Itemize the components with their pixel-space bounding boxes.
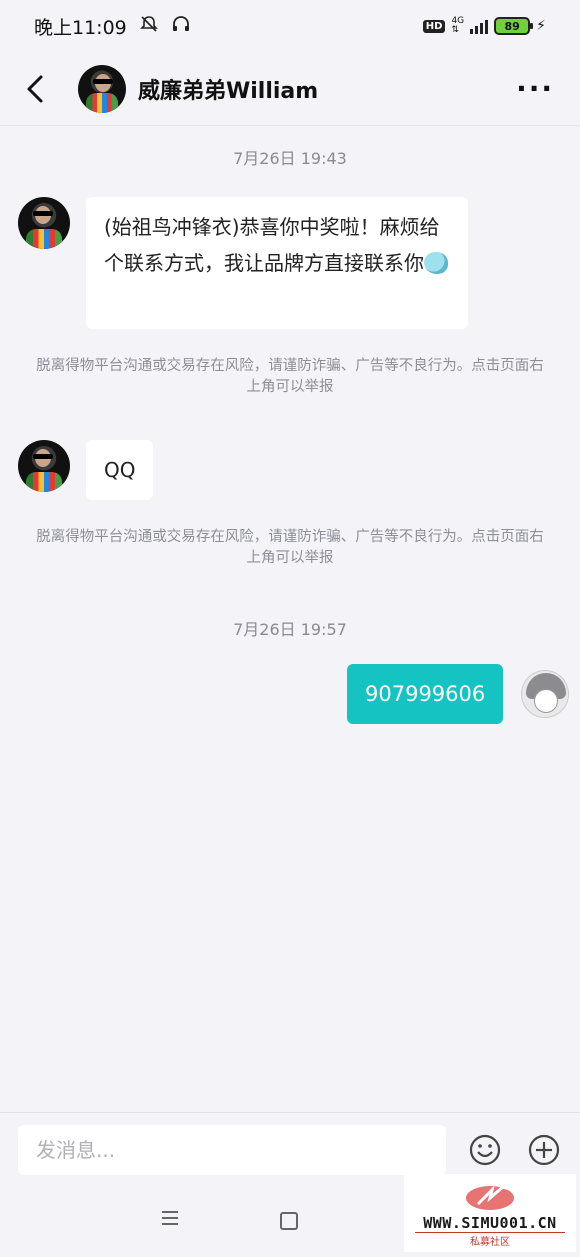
network-type: 4G ⇅: [451, 16, 465, 35]
message-input[interactable]: [18, 1125, 446, 1175]
sticker-emoji-icon: [424, 252, 448, 274]
chevron-left-icon: [27, 75, 43, 102]
watermark-site: WWW.SIMU001.CN: [423, 1214, 557, 1232]
message-bubble[interactable]: (始祖鸟冲锋衣)恭喜你中奖啦！麻烦给个联系方式，我让品牌方直接联系你: [86, 197, 468, 329]
smiley-icon: [469, 1134, 501, 1166]
message-timestamp: 7月26日 19:43: [233, 149, 347, 168]
battery-level: 89: [504, 19, 520, 33]
battery-icon: 89: [494, 17, 534, 35]
incoming-message: (始祖鸟冲锋衣)恭喜你中奖啦！麻烦给个联系方式，我让品牌方直接联系你: [18, 197, 468, 329]
recent-apps-button[interactable]: [160, 1210, 180, 1230]
risk-notice: 脱离得物平台沟通或交易存在风险，请谨防诈骗、广告等不良行为。点击页面右上角可以举…: [36, 358, 544, 395]
chat-area[interactable]: 7月26日 19:43 (始祖鸟冲锋衣)恭喜你中奖啦！麻烦给个联系方式，我让品牌…: [0, 127, 580, 1112]
message-text: (始祖鸟冲锋衣)恭喜你中奖啦！麻烦给个联系方式，我让品牌方直接联系你: [104, 215, 440, 275]
headphones-icon: [171, 14, 191, 39]
outgoing-message: 907999606: [347, 664, 570, 724]
status-bar: 晚上11:09 HD 4G ⇅ 89 ⚡: [0, 0, 580, 52]
status-time: 晚上11:09: [34, 16, 127, 39]
hd-badge: HD: [422, 19, 446, 33]
chat-header: 威廉弟弟William ···: [0, 52, 580, 126]
message-text: QQ: [104, 458, 136, 482]
menu-icon: [162, 1211, 178, 1225]
status-indicators: HD 4G ⇅ 89 ⚡: [422, 16, 546, 35]
contact-avatar[interactable]: [78, 64, 126, 113]
watermark-logo-icon: [466, 1182, 514, 1210]
sender-avatar[interactable]: [18, 197, 70, 249]
message-timestamp: 7月26日 19:57: [233, 620, 347, 639]
my-avatar[interactable]: [521, 670, 570, 718]
message-bubble[interactable]: 907999606: [347, 664, 504, 724]
message-bubble[interactable]: QQ: [86, 440, 154, 500]
message-text: 907999606: [365, 682, 486, 706]
home-button[interactable]: [280, 1212, 298, 1230]
add-attachment-button[interactable]: [527, 1133, 561, 1167]
sender-avatar[interactable]: [18, 440, 70, 492]
emoji-button[interactable]: [468, 1133, 502, 1167]
charging-icon: ⚡: [536, 18, 546, 34]
incoming-message: QQ: [18, 440, 154, 500]
mute-bell-icon: [139, 14, 159, 39]
plus-circle-icon: [528, 1134, 560, 1166]
more-options-button[interactable]: ···: [516, 72, 554, 105]
watermark: WWW.SIMU001.CN 私募社区: [404, 1174, 576, 1252]
watermark-sub: 私募社区: [415, 1232, 565, 1248]
signal-icon: [470, 18, 489, 34]
back-button[interactable]: [0, 52, 70, 126]
contact-name: 威廉弟弟William: [138, 78, 319, 104]
risk-notice: 脱离得物平台沟通或交易存在风险，请谨防诈骗、广告等不良行为。点击页面右上角可以举…: [36, 529, 544, 566]
